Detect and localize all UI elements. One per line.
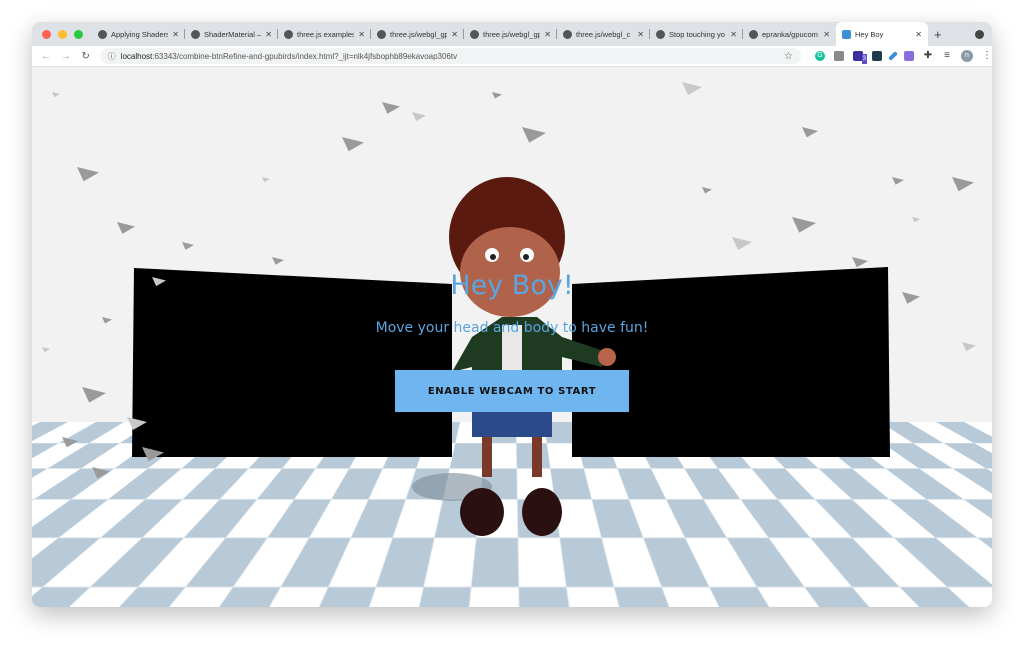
bird bbox=[412, 112, 426, 122]
profile-avatar[interactable]: n bbox=[960, 50, 973, 62]
bird bbox=[802, 127, 818, 138]
close-tab-icon[interactable]: ✕ bbox=[451, 30, 458, 39]
forward-icon[interactable]: → bbox=[56, 51, 76, 62]
bird bbox=[492, 92, 502, 99]
tab-label: three.js/webgl_gp bbox=[390, 29, 448, 39]
bird bbox=[522, 127, 546, 143]
puzzle-icon[interactable]: ✚ bbox=[923, 51, 933, 61]
github-icon bbox=[749, 29, 758, 39]
extension-badge-icon[interactable]: 3 bbox=[852, 51, 867, 64]
close-tab-icon[interactable]: ✕ bbox=[730, 30, 737, 39]
enable-webcam-button[interactable]: ENABLE WEBCAM TO START bbox=[395, 370, 629, 412]
maximize-window-button[interactable] bbox=[74, 29, 83, 39]
new-tab-button[interactable]: + bbox=[934, 27, 942, 42]
tab-5[interactable]: three.js/webgl_c ✕ bbox=[557, 22, 650, 46]
tab-label: Applying Shaders bbox=[111, 29, 169, 39]
browser-window: Applying Shaders ✕ ShaderMaterial – ✕ three.… bbox=[32, 22, 992, 607]
video-icon bbox=[656, 29, 665, 39]
threejs-icon bbox=[284, 29, 293, 39]
github-icon bbox=[470, 29, 479, 39]
webgl-canvas[interactable]: Hey Boy! Move your head and body to have… bbox=[32, 67, 992, 607]
bird bbox=[62, 437, 78, 448]
close-tab-icon[interactable]: ✕ bbox=[823, 30, 830, 39]
address-bar-row: ← → ↻ ⓘ localhost:63343/combine-btnRefin… bbox=[32, 46, 992, 67]
close-window-button[interactable] bbox=[42, 29, 51, 39]
tab-3[interactable]: three.js/webgl_gp ✕ bbox=[371, 22, 464, 46]
tab-label: epranka/gpucom bbox=[762, 29, 818, 39]
bird bbox=[682, 82, 702, 95]
close-tab-icon[interactable]: ✕ bbox=[358, 30, 365, 39]
tab-label: ShaderMaterial – bbox=[204, 29, 262, 39]
url-path: :63343/combine-btnRefine-and-gpubirds/in… bbox=[152, 51, 458, 61]
bird bbox=[952, 177, 974, 192]
grammarly-icon[interactable]: G bbox=[814, 51, 825, 61]
reading-list-icon[interactable]: ≡ bbox=[942, 51, 952, 61]
bird bbox=[262, 177, 270, 183]
tab-0[interactable]: Applying Shaders ✕ bbox=[92, 22, 185, 46]
bird bbox=[732, 237, 752, 250]
bird bbox=[272, 257, 284, 265]
reload-icon[interactable]: ↻ bbox=[76, 51, 96, 62]
bird bbox=[912, 217, 920, 223]
github-icon bbox=[377, 29, 386, 39]
bird bbox=[82, 387, 106, 403]
tab-6[interactable]: Stop touching yo ✕ bbox=[650, 22, 743, 46]
bird bbox=[117, 222, 135, 234]
tab-label: Stop touching yo bbox=[669, 29, 725, 39]
tab-4[interactable]: three.js/webgl_gp ✕ bbox=[464, 22, 557, 46]
tab-search-icon[interactable] bbox=[975, 30, 984, 39]
tab-label: three.js examples bbox=[297, 29, 355, 39]
close-tab-icon[interactable]: ✕ bbox=[265, 30, 272, 39]
tab-label: three.js/webgl_gp bbox=[483, 29, 541, 39]
bird bbox=[92, 467, 110, 479]
left-shoe bbox=[460, 488, 504, 536]
tab-7[interactable]: epranka/gpucom ✕ bbox=[743, 22, 836, 46]
tab-label: three.js/webgl_c bbox=[576, 29, 631, 39]
bird bbox=[52, 92, 60, 98]
page-title: Hey Boy! bbox=[450, 270, 574, 301]
bird bbox=[382, 102, 400, 114]
tab-active[interactable]: Hey Boy ✕ bbox=[836, 22, 928, 46]
bookmark-star-icon[interactable]: ☆ bbox=[784, 51, 793, 62]
camera-icon[interactable] bbox=[833, 51, 844, 61]
right-shoe bbox=[522, 488, 562, 536]
pen-icon[interactable] bbox=[888, 51, 898, 61]
menu-icon[interactable]: ⋮ bbox=[982, 51, 992, 61]
extension-icon[interactable] bbox=[871, 51, 882, 61]
github-icon bbox=[563, 29, 572, 39]
tab-bar: Applying Shaders ✕ ShaderMaterial – ✕ three.… bbox=[32, 22, 992, 46]
bird bbox=[182, 242, 194, 250]
app-icon bbox=[842, 29, 851, 39]
close-tab-icon[interactable]: ✕ bbox=[915, 30, 922, 39]
close-tab-icon[interactable]: ✕ bbox=[544, 30, 551, 39]
extension-icon[interactable] bbox=[903, 51, 914, 61]
threejs-icon bbox=[191, 29, 200, 39]
info-icon: ⓘ bbox=[107, 51, 116, 61]
bird bbox=[792, 217, 816, 233]
close-tab-icon[interactable]: ✕ bbox=[637, 30, 644, 39]
tab-1[interactable]: ShaderMaterial – ✕ bbox=[185, 22, 278, 46]
tab-2[interactable]: three.js examples ✕ bbox=[278, 22, 371, 46]
bird bbox=[77, 167, 99, 182]
extension-badge-count: 3 bbox=[861, 54, 867, 64]
bird bbox=[702, 187, 712, 194]
page-subtitle: Move your head and body to have fun! bbox=[375, 320, 649, 336]
close-tab-icon[interactable]: ✕ bbox=[172, 30, 179, 39]
bird bbox=[342, 137, 364, 152]
bird bbox=[852, 257, 868, 268]
bird bbox=[892, 177, 904, 185]
minimize-window-button[interactable] bbox=[58, 29, 67, 39]
url-host: localhost bbox=[120, 51, 153, 61]
url-input[interactable]: ⓘ localhost:63343/combine-btnRefine-and-… bbox=[99, 48, 801, 64]
back-icon[interactable]: ← bbox=[36, 51, 56, 62]
bird bbox=[42, 347, 50, 353]
extensions: G 3 ✚ ≡ n ⋮ bbox=[814, 50, 992, 64]
scene-svg bbox=[42, 82, 976, 536]
bird bbox=[962, 342, 976, 352]
window-controls bbox=[32, 29, 92, 39]
globe-icon bbox=[98, 29, 107, 39]
tab-label: Hey Boy bbox=[855, 29, 884, 39]
